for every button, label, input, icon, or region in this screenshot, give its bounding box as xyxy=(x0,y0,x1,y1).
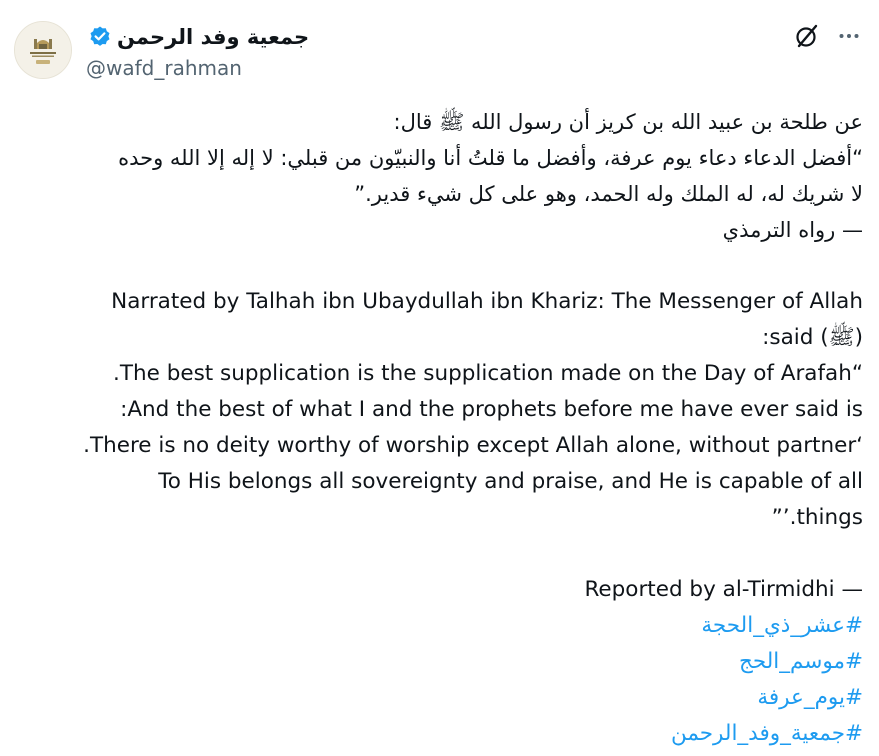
user-handle[interactable]: @wafd_rahman xyxy=(86,56,486,80)
english-line: And the best of what I and the prophets … xyxy=(120,397,863,422)
english-line: To His belongs all sovereignty and prais… xyxy=(158,469,863,494)
hashtag-link[interactable]: #موسم_الحج xyxy=(20,644,863,680)
arabic-line: عن طلحة بن عبيد الله بن كريز أن رسول الل… xyxy=(393,110,863,134)
name-row: جمعية وفد الرحمن xyxy=(86,22,486,52)
hashtag-link[interactable]: #جمعية_وفد_الرحمن xyxy=(20,716,863,752)
english-line: ‘There is no deity worthy of worship exc… xyxy=(83,433,863,458)
english-line: Narrated by Talhah ibn Ubaydullah ibn Kh… xyxy=(111,289,863,314)
arabic-line: “أفضل الدعاء دعاء يوم عرفة، وأفضل ما قلت… xyxy=(118,146,863,170)
more-icon[interactable] xyxy=(835,22,863,50)
arabic-line: لا شريك له، له الملك وله الحمد، وهو على … xyxy=(354,182,863,206)
english-line: things.’” xyxy=(771,505,863,530)
verified-badge-icon[interactable] xyxy=(88,25,112,49)
author-info: جمعية وفد الرحمن @wafd_rahman xyxy=(86,22,486,80)
display-name[interactable]: جمعية وفد الرحمن xyxy=(117,25,309,49)
tweet-actions xyxy=(793,22,863,50)
tweet: جمعية وفد الرحمن @wafd_rahman عن طلحة بن… xyxy=(0,0,879,756)
avatar[interactable] xyxy=(14,21,72,79)
english-line: “The best supplication is the supplicati… xyxy=(113,361,863,386)
hashtag-link[interactable]: #يوم_عرفة xyxy=(20,680,863,716)
english-line: (ﷺ) said: xyxy=(762,325,863,350)
english-attribution: — Reported by al-Tirmidhi xyxy=(584,577,863,602)
arabic-attribution: — رواه الترمذي xyxy=(722,218,863,242)
hashtag-link[interactable]: #عشر_ذي_الحجة xyxy=(20,608,863,644)
tweet-text: عن طلحة بن عبيد الله بن كريز أن رسول الل… xyxy=(20,104,863,752)
association-logo-icon xyxy=(15,22,71,78)
grok-icon[interactable] xyxy=(793,22,821,50)
